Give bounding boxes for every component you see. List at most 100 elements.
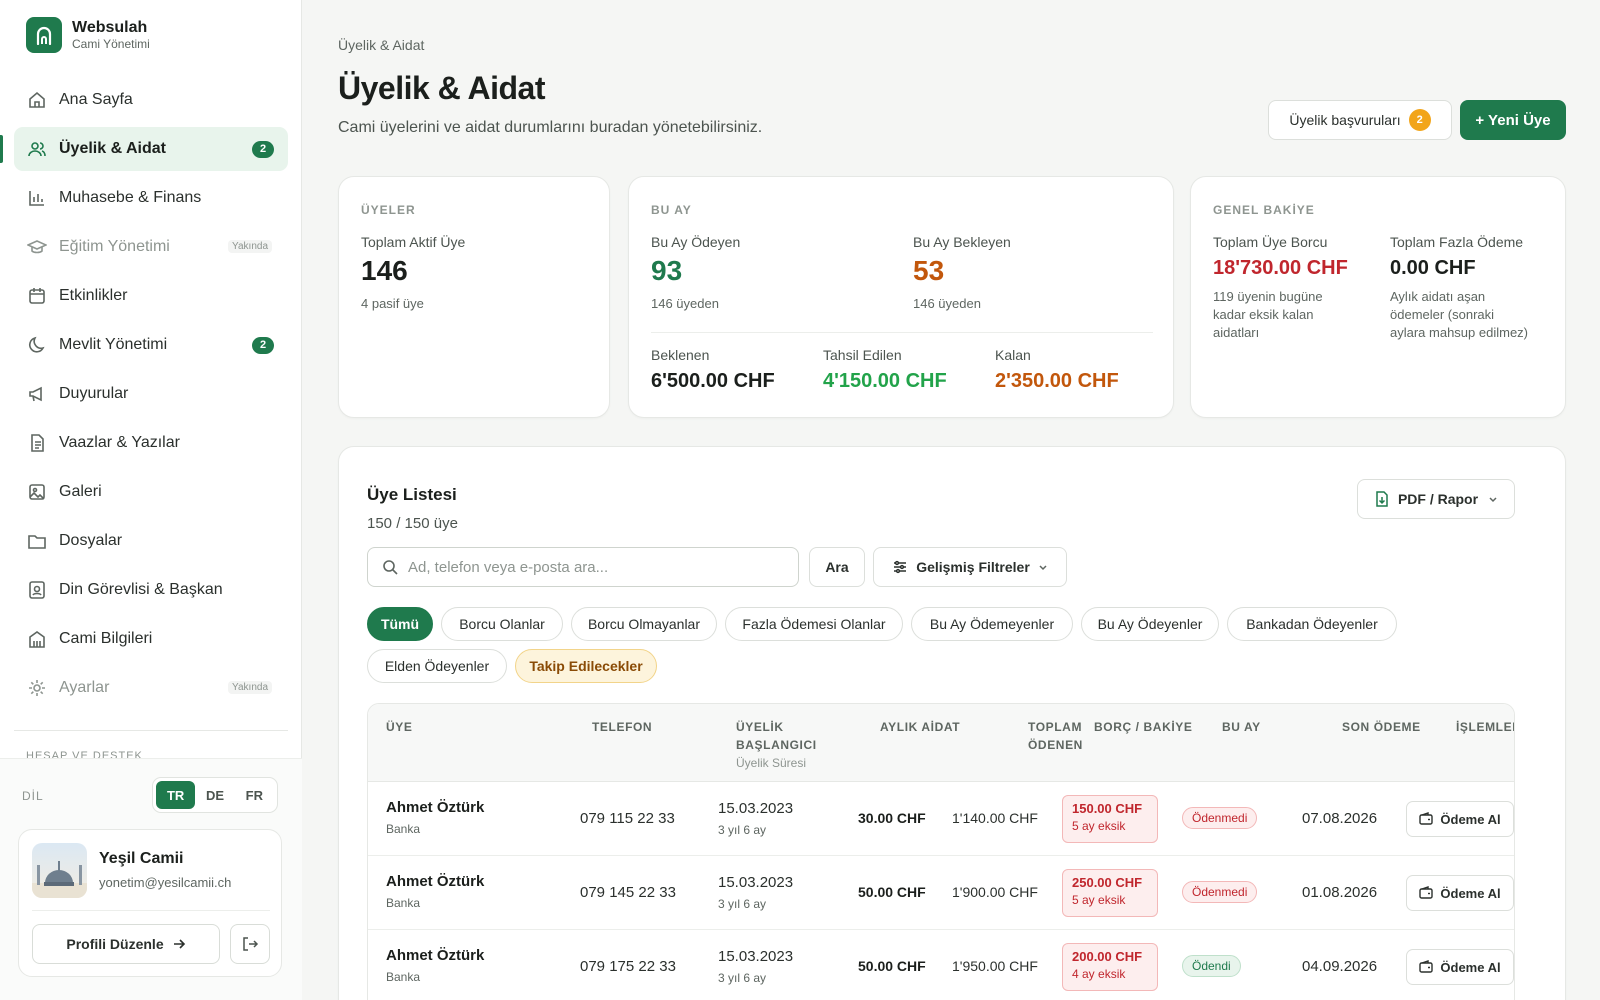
language-option-de[interactable]: DE	[195, 781, 234, 809]
member-list-card: Üye Listesi 150 / 150 üye PDF / Rapor Ar…	[338, 446, 1566, 1000]
search-input[interactable]	[408, 558, 778, 576]
sidebar-item-mevlit[interactable]: Mevlit Yönetimi 2	[14, 323, 288, 367]
collect-payment-button[interactable]: Ödeme Al	[1406, 949, 1514, 985]
sidebar: Websulah Cami Yönetimi Ana Sayfa Üyelik …	[0, 0, 302, 1000]
member-table: ÜYE TELEFON ÜYELİK BAŞLANGICI Üyelik Sür…	[367, 703, 1515, 1000]
debt-balance: 200.00 CHF 4 ay eksik	[1062, 943, 1158, 991]
sidebar-item-settings[interactable]: Ayarlar Yakında	[14, 666, 288, 710]
pdf-report-button[interactable]: PDF / Rapor	[1357, 479, 1515, 519]
table-row[interactable]: Ahmet Öztürk Banka 079 145 22 33 15.03.2…	[368, 856, 1514, 930]
debt-balance: 250.00 CHF 5 ay eksik	[1062, 869, 1158, 917]
applications-label: Üyelik başvuruları	[1289, 112, 1401, 128]
sidebar-item-label: Eğitim Yönetimi	[59, 238, 170, 255]
pdf-report-label: PDF / Rapor	[1397, 491, 1479, 507]
folder-icon	[27, 531, 47, 551]
pending-this-month-note: 146 üyeden	[913, 296, 981, 311]
debt-amount: 150.00 CHF	[1072, 801, 1143, 816]
last-payment-date: 04.09.2026	[1302, 958, 1378, 975]
language-option-fr[interactable]: FR	[235, 781, 274, 809]
new-member-button[interactable]: + Yeni Üye	[1460, 100, 1566, 140]
search-button[interactable]: Ara	[809, 547, 865, 587]
edit-profile-label: Profili Düzenle	[66, 936, 164, 952]
member-list-title: Üye Listesi	[367, 485, 457, 504]
graduation-cap-icon	[27, 237, 47, 257]
total-paid: 1'140.00 CHF	[952, 810, 1038, 826]
membership-start: 15.03.2023	[718, 800, 794, 817]
sidebar-item-mosque-info[interactable]: Cami Bilgileri	[14, 617, 288, 661]
sidebar-item-files[interactable]: Dosyalar	[14, 519, 288, 563]
sidebar-item-sermons[interactable]: Vaazlar & Yazılar	[14, 421, 288, 465]
home-icon	[27, 90, 47, 110]
filter-chip-overpaid[interactable]: Fazla Ödemesi Olanlar	[725, 607, 903, 641]
sidebar-item-announcements[interactable]: Duyurular	[14, 372, 288, 416]
advanced-filters-button[interactable]: Gelişmiş Filtreler	[873, 547, 1067, 587]
sidebar-item-label: Ayarlar	[59, 679, 110, 696]
collect-payment-button[interactable]: Ödeme Al	[1406, 875, 1514, 911]
total-paid: 1'900.00 CHF	[952, 884, 1038, 900]
column-header-actions: İŞLEMLER	[1456, 720, 1515, 734]
sidebar-item-label: Muhasebe & Finans	[59, 189, 202, 206]
chevron-down-icon	[1038, 562, 1048, 572]
card-divider	[651, 332, 1153, 333]
collect-payment-button[interactable]: Ödeme Al	[1406, 801, 1514, 837]
brand-subtitle: Cami Yönetimi	[72, 37, 150, 51]
sidebar-item-membership[interactable]: Üyelik & Aidat 2	[0, 127, 288, 171]
main-content: Üyelik & Aidat Üyelik & Aidat Cami üyele…	[302, 0, 1600, 1000]
file-download-icon	[1374, 491, 1390, 507]
card-caption: GENEL BAKİYE	[1213, 203, 1315, 217]
sidebar-item-finance[interactable]: Muhasebe & Finans	[14, 176, 288, 220]
table-row[interactable]: Ahmet Öztürk Banka 079 115 22 33 15.03.2…	[368, 782, 1514, 856]
member-name[interactable]: Ahmet Öztürk	[386, 947, 484, 964]
membership-start: 15.03.2023	[718, 874, 794, 891]
membership-applications-button[interactable]: Üyelik başvuruları 2	[1268, 100, 1452, 140]
collected-value: 4'150.00 CHF	[823, 370, 947, 392]
filter-chip-no-debt[interactable]: Borcu Olmayanlar	[571, 607, 717, 641]
sidebar-item-gallery[interactable]: Galeri	[14, 470, 288, 514]
filter-chip-has-debt[interactable]: Borcu Olanlar	[441, 607, 563, 641]
member-name[interactable]: Ahmet Öztürk	[386, 799, 484, 816]
payment-method: Banka	[386, 896, 421, 910]
sidebar-item-label: Dosyalar	[59, 532, 123, 549]
sidebar-item-staff[interactable]: Din Görevlisi & Başkan	[14, 568, 288, 612]
language-option-tr[interactable]: TR	[156, 781, 196, 809]
filter-chip-to-follow-up[interactable]: Takip Edilecekler	[515, 649, 657, 683]
profile-name: Yeşil Camii	[99, 850, 184, 867]
column-header-phone: TELEFON	[592, 720, 653, 734]
sidebar-item-home[interactable]: Ana Sayfa	[14, 78, 288, 122]
monthly-fee: 50.00 CHF	[858, 958, 926, 974]
column-header-start: ÜYELİK BAŞLANGICI Üyelik Süresi	[736, 718, 848, 772]
wallet-icon	[1419, 812, 1434, 826]
status-badge: Ödenmedi	[1182, 807, 1258, 829]
status-badge: Ödenmedi	[1182, 881, 1258, 903]
language-label: DİL	[22, 789, 44, 803]
breadcrumb[interactable]: Üyelik & Aidat	[338, 37, 424, 53]
brand[interactable]: Websulah Cami Yönetimi	[26, 17, 150, 53]
total-debt-value: 18'730.00 CHF	[1213, 257, 1348, 279]
column-header-start-label: ÜYELİK BAŞLANGICI	[736, 720, 817, 752]
column-header-last-payment: SON ÖDEME	[1342, 720, 1421, 734]
total-debt-label: Toplam Üye Borcu	[1213, 234, 1328, 250]
filter-chip-bank-payers[interactable]: Bankadan Ödeyenler	[1227, 607, 1397, 641]
sidebar-item-label: Mevlit Yönetimi	[59, 336, 168, 353]
member-name[interactable]: Ahmet Öztürk	[386, 873, 484, 890]
sidebar-item-education[interactable]: Eğitim Yönetimi Yakında	[14, 225, 288, 269]
logout-button[interactable]	[230, 924, 270, 964]
table-row[interactable]: Ahmet Öztürk Banka 079 175 22 33 15.03.2…	[368, 930, 1514, 1000]
debt-months: 5 ay eksik	[1072, 819, 1126, 833]
sidebar-nav: Ana Sayfa Üyelik & Aidat 2 Muhasebe & Fi…	[0, 78, 288, 715]
membership-duration: 3 yıl 6 ay	[718, 897, 767, 911]
total-overpayment-note: Aylık aidatı aşan ödemeler (sonraki ayla…	[1390, 289, 1529, 340]
member-search-box	[367, 547, 799, 587]
passive-members-note: 4 pasif üye	[361, 296, 424, 311]
applications-count-badge: 2	[1408, 109, 1431, 131]
nav-badge: 2	[252, 337, 274, 354]
total-paid: 1'950.00 CHF	[952, 958, 1038, 974]
filter-chip-unpaid-this-month[interactable]: Bu Ay Ödemeyenler	[911, 607, 1073, 641]
filter-chip-cash-payers[interactable]: Elden Ödeyenler	[367, 649, 507, 683]
filter-chip-paid-this-month[interactable]: Bu Ay Ödeyenler	[1081, 607, 1219, 641]
edit-profile-button[interactable]: Profili Düzenle	[32, 924, 220, 964]
expected-label: Beklenen	[651, 347, 710, 363]
nav-badge: 2	[252, 141, 274, 158]
filter-chip-all[interactable]: Tümü	[367, 607, 433, 641]
sidebar-item-events[interactable]: Etkinlikler	[14, 274, 288, 318]
